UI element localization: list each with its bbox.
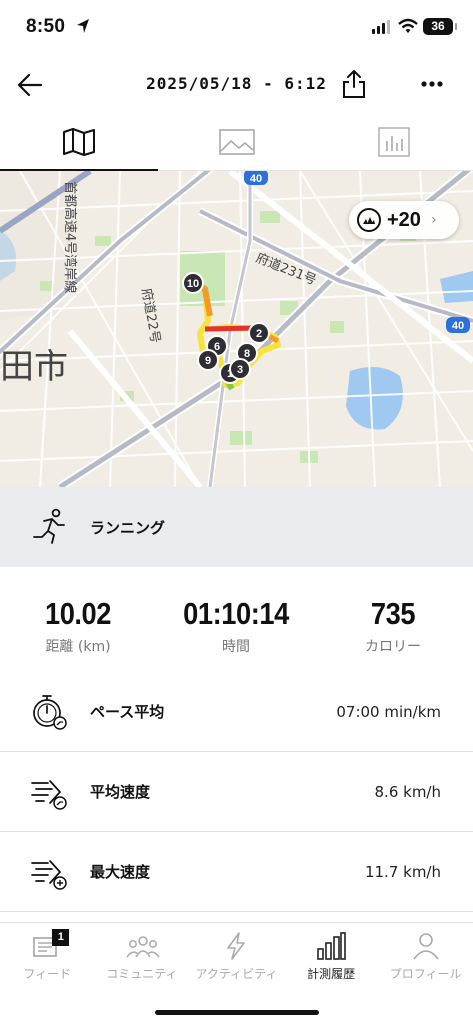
nav-item-community[interactable]: コミュニティ (95, 923, 190, 990)
map-city-label: 田市 (0, 347, 68, 387)
photos-count-badge[interactable]: +20 › (349, 201, 459, 239)
view-tabs (0, 114, 473, 171)
map-label: 首都高速4号湾岸線 (62, 181, 78, 293)
activity-type-label: ランニング (90, 518, 166, 537)
avg-speed-value: 8.6 km/h (374, 782, 441, 801)
tab-photos[interactable] (158, 114, 316, 170)
status-time: 8:50 (26, 16, 66, 37)
pace-label: ペース平均 (90, 703, 165, 721)
route-shield: 40 (452, 320, 464, 332)
bar-chart-icon (315, 931, 347, 961)
route-marker: 8 (244, 348, 250, 360)
cellular-signal-icon (372, 20, 390, 34)
distance-value: 10.02 (44, 596, 112, 631)
route-marker: 6 (214, 341, 220, 353)
time-value: 01:10:14 (183, 596, 289, 631)
nav-label-profile: プロフィール (389, 967, 462, 981)
nav-label-community: コミュニティ (106, 967, 178, 981)
calories-stat: 735 カロリー (323, 596, 463, 656)
activity-type-row: ランニング (0, 487, 473, 567)
profile-icon (410, 931, 442, 961)
lightning-icon (220, 931, 252, 961)
time-stat: 01:10:14 時間 (166, 596, 306, 656)
nav-label-activity: アクティビティ (195, 967, 278, 981)
running-icon (33, 508, 65, 544)
feed-notification-badge: 1 (52, 929, 70, 946)
status-bar: 8:50 36 (0, 0, 473, 56)
nav-item-profile[interactable]: プロフィール (378, 923, 473, 990)
header: 2025/05/18 - 6:12 (0, 60, 473, 110)
brand-logo-icon (357, 208, 381, 232)
route-shield: 40 (250, 173, 262, 185)
calories-value: 735 (370, 596, 416, 631)
nav-item-feed[interactable]: 1 フィード (0, 923, 95, 990)
avg-speed-row: 平均速度 8.6 km/h (0, 752, 473, 832)
max-speed-value: 11.7 km/h (364, 862, 441, 881)
stopwatch-icon (33, 694, 67, 730)
community-icon (126, 931, 160, 961)
speed-average-icon (31, 779, 67, 810)
nav-label-feed: フィード (23, 967, 72, 981)
pace-value: 07:00 min/km (336, 702, 441, 721)
image-icon (218, 129, 255, 155)
route-marker: 10 (187, 278, 199, 290)
max-speed-row: 最大速度 11.7 km/h (0, 832, 473, 912)
bottom-nav: 1 フィード コミュニティ アクティビティ 計測履歴 プロフィール (0, 922, 473, 990)
route-marker: 9 (205, 355, 211, 367)
home-indicator (155, 1010, 319, 1015)
photos-count: +20 (387, 208, 421, 231)
page-title: 2025/05/18 - 6:12 (146, 74, 327, 93)
battery-indicator: 36 (423, 18, 457, 35)
distance-label: 距離 (km) (45, 639, 111, 655)
route-map[interactable]: 10 2 6 9 8 1 3 40 40 首都高速4号湾岸線 府道231号 府道… (0, 171, 473, 487)
time-label: 時間 (222, 639, 250, 655)
chevron-right-icon: › (430, 212, 437, 228)
nav-item-activity[interactable]: アクティビティ (189, 923, 284, 990)
avg-speed-label: 平均速度 (90, 783, 151, 801)
wifi-icon (398, 18, 418, 33)
max-speed-label: 最大速度 (90, 863, 151, 881)
route-marker: 2 (256, 328, 262, 340)
map-icon (62, 128, 95, 156)
map-label: 府道22号 (138, 287, 162, 344)
location-arrow-icon (77, 19, 89, 33)
speed-max-icon (31, 859, 67, 890)
summary-stats: 10.02 距離 (km) 01:10:14 時間 735 カロリー (0, 596, 473, 666)
nav-item-history[interactable]: 計測履歴 (284, 923, 379, 990)
tab-stats[interactable] (315, 114, 473, 170)
tab-map[interactable] (0, 114, 158, 171)
stats-icon (378, 127, 410, 157)
metrics-list: ペース平均 07:00 min/km 平均速度 8.6 km/h 最大速度 11… (0, 672, 473, 912)
feed-icon: 1 (31, 929, 70, 961)
nav-label-history: 計測履歴 (307, 967, 356, 981)
distance-stat: 10.02 距離 (km) (8, 596, 148, 656)
share-icon[interactable] (340, 68, 368, 100)
pace-row: ペース平均 07:00 min/km (0, 672, 473, 752)
more-options-icon[interactable] (418, 74, 446, 94)
calories-label: カロリー (365, 639, 421, 655)
route-marker: 3 (237, 364, 243, 376)
